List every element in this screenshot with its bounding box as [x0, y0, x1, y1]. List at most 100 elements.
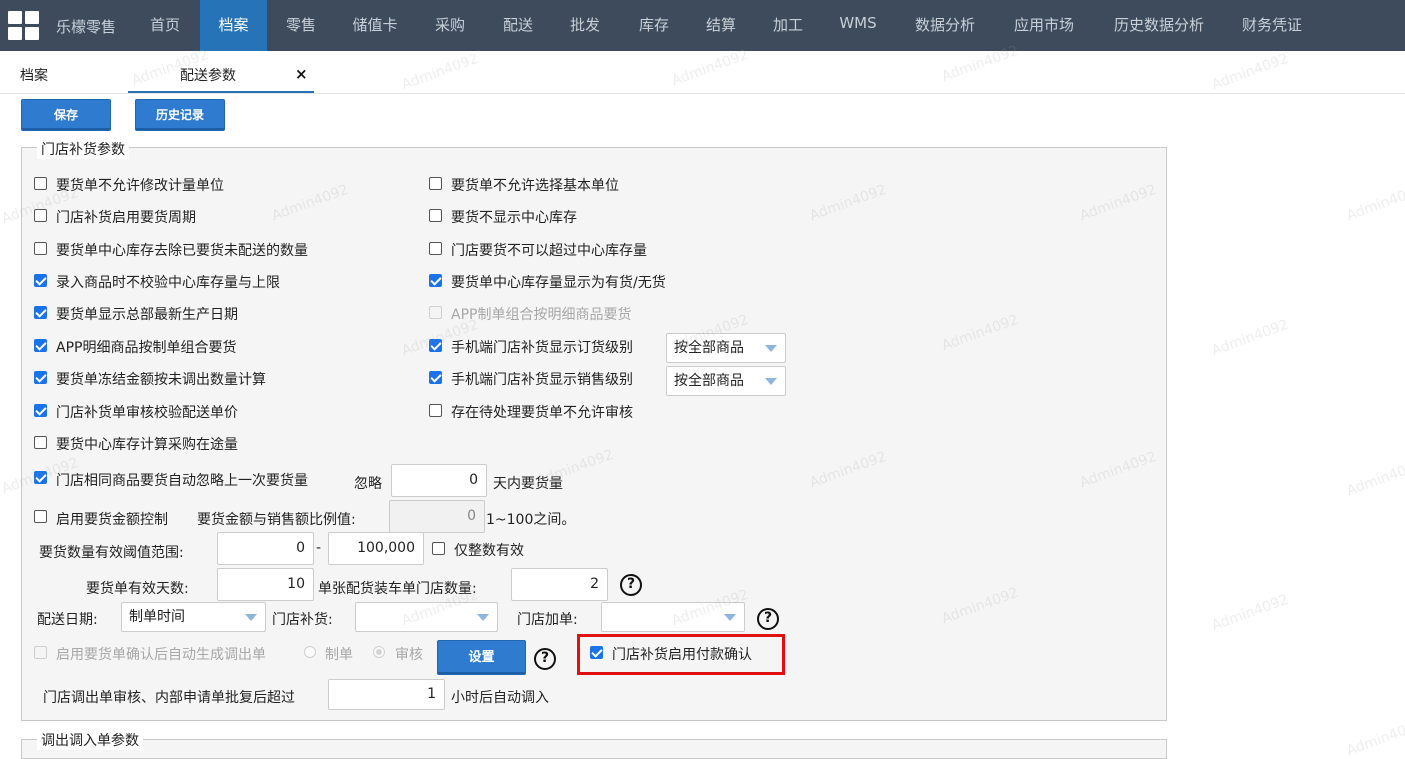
- help-icon[interactable]: ?: [534, 648, 556, 670]
- threshold-max-input[interactable]: 100,000: [328, 532, 424, 565]
- nav-wms[interactable]: WMS: [828, 0, 888, 51]
- label-exclude-undelivered: 要货单中心库存去除已要货未配送的数量: [56, 243, 308, 259]
- label-show-latest-production-date: 要货单显示总部最新生产日期: [56, 307, 238, 323]
- nav-wholesale[interactable]: 批发: [557, 0, 613, 51]
- nav-purchase[interactable]: 采购: [422, 0, 478, 51]
- checkbox-auto-ignore-previous[interactable]: [34, 471, 47, 484]
- label-auto-in-suffix: 小时后自动调入: [451, 690, 549, 706]
- label-delivery-date: 配送日期:: [37, 612, 98, 628]
- label-radio-audit: 审核: [395, 647, 423, 663]
- checkbox-payment-confirm[interactable]: [590, 646, 603, 659]
- threshold-min-input[interactable]: 0: [217, 532, 314, 565]
- nav-settlement[interactable]: 结算: [693, 0, 749, 51]
- label-qty-threshold: 要货数量有效阈值范围:: [39, 545, 184, 561]
- delivery-date-select[interactable]: 制单时间: [121, 602, 266, 632]
- label-payment-confirm: 门店补货启用付款确认: [612, 647, 752, 663]
- checkbox-frozen-amount-by-undelivered[interactable]: [34, 371, 47, 384]
- top-nav: 乐檬零售 首页 档案 零售 储值卡 采购 配送 批发 库存 结算 加工 WMS …: [0, 0, 1405, 51]
- history-button[interactable]: 历史记录: [135, 99, 225, 131]
- checkbox-enable-order-cycle[interactable]: [34, 209, 47, 222]
- checkbox-include-in-transit[interactable]: [34, 436, 47, 449]
- help-icon[interactable]: ?: [757, 608, 779, 630]
- label-app-combo-by-detail: APP制单组合按明细商品要货: [451, 307, 632, 323]
- tab-bar: 档案 配送参数 ×: [0, 51, 1405, 94]
- checkbox-not-exceed-center-stock[interactable]: [429, 242, 442, 255]
- checkbox-auto-generate-transfer: [34, 646, 47, 659]
- tab-close-icon[interactable]: ×: [295, 65, 308, 83]
- app-grid-icon[interactable]: [8, 11, 40, 41]
- delivery-date-value: 制单时间: [129, 609, 185, 625]
- checkbox-hide-center-stock[interactable]: [429, 209, 442, 222]
- label-threshold-dash: -: [316, 540, 322, 556]
- radio-audit: [373, 646, 385, 658]
- active-tab-indicator: [128, 91, 314, 93]
- nav-finance-voucher[interactable]: 财务凭证: [1228, 0, 1316, 51]
- radio-create: [304, 646, 316, 658]
- label-skip-stock-check: 录入商品时不校验中心库存量与上限: [56, 275, 280, 291]
- label-app-detail-by-combo: APP明细商品按制单组合要货: [56, 340, 237, 356]
- checkbox-app-detail-by-combo[interactable]: [34, 339, 47, 352]
- checkbox-pending-blocks-audit[interactable]: [429, 404, 442, 417]
- auto-in-hours-input[interactable]: 1: [328, 679, 445, 710]
- checkbox-mobile-show-sales-level[interactable]: [429, 371, 442, 384]
- label-enable-order-cycle: 门店补货启用要货周期: [56, 210, 196, 226]
- nav-data-analysis[interactable]: 数据分析: [900, 0, 990, 51]
- sales-level-value: 按全部商品: [674, 373, 744, 389]
- nav-app-market[interactable]: 应用市场: [999, 0, 1089, 51]
- truck-store-count-input[interactable]: 2: [511, 568, 608, 601]
- sales-level-select[interactable]: 按全部商品: [666, 366, 786, 396]
- order-level-select[interactable]: 按全部商品: [666, 333, 786, 363]
- checkbox-verify-delivery-price[interactable]: [34, 404, 47, 417]
- chevron-down-icon: [477, 614, 489, 621]
- checkbox-exclude-undelivered[interactable]: [34, 242, 47, 255]
- label-ignore: 忽略: [354, 476, 382, 492]
- valid-days-input[interactable]: 10: [217, 568, 314, 601]
- store-replenish-legend: 门店补货参数: [37, 139, 129, 159]
- nav-archive[interactable]: 档案: [200, 0, 267, 51]
- label-not-exceed-center-stock: 门店要货不可以超过中心库存量: [451, 243, 647, 259]
- label-hide-center-stock: 要货不显示中心库存: [451, 210, 577, 226]
- nav-history-analysis[interactable]: 历史数据分析: [1100, 0, 1218, 51]
- label-pending-blocks-audit: 存在待处理要货单不允许审核: [451, 405, 633, 421]
- nav-stored-value-card[interactable]: 储值卡: [342, 0, 408, 51]
- checkbox-enable-amount-control[interactable]: [34, 510, 47, 523]
- nav-retail[interactable]: 零售: [273, 0, 329, 51]
- checkbox-no-modify-unit[interactable]: [34, 177, 47, 190]
- checkbox-skip-stock-check[interactable]: [34, 274, 47, 287]
- checkbox-stock-as-yes-no[interactable]: [429, 274, 442, 287]
- chevron-down-icon: [724, 614, 736, 621]
- label-amount-ratio: 要货金额与销售额比例值:: [197, 512, 356, 528]
- transfer-params-group: [21, 739, 1167, 759]
- nav-inventory[interactable]: 库存: [626, 0, 682, 51]
- help-icon[interactable]: ?: [620, 574, 642, 596]
- checkbox-integer-only[interactable]: [432, 542, 445, 555]
- store-replenish-select[interactable]: [355, 602, 498, 632]
- checkbox-show-latest-production-date[interactable]: [34, 306, 47, 319]
- label-verify-delivery-price: 门店补货单审核校验配送单价: [56, 405, 238, 421]
- save-button[interactable]: 保存: [21, 99, 111, 131]
- watermark: Admin4092: [1209, 591, 1291, 635]
- watermark: Admin4092: [1209, 316, 1291, 360]
- tab-archive[interactable]: 档案: [20, 65, 48, 85]
- nav-processing[interactable]: 加工: [760, 0, 816, 51]
- store-add-order-select[interactable]: [601, 602, 745, 632]
- checkbox-no-select-base-unit[interactable]: [429, 177, 442, 190]
- label-auto-ignore-previous: 门店相同商品要货自动忽略上一次要货量: [56, 473, 308, 489]
- setting-button[interactable]: 设置: [437, 640, 526, 675]
- label-mobile-show-sales-level: 手机端门店补货显示销售级别: [451, 372, 633, 388]
- checkbox-mobile-show-order-level[interactable]: [429, 339, 442, 352]
- label-include-in-transit: 要货中心库存计算采购在途量: [56, 437, 238, 453]
- label-enable-amount-control: 启用要货金额控制: [56, 512, 168, 528]
- label-truck-store-count: 单张配货装车单门店数量:: [318, 581, 477, 597]
- ignore-days-input[interactable]: 0: [391, 464, 487, 497]
- label-store-replenish: 门店补货:: [272, 612, 333, 628]
- watermark: Admin4092: [1344, 456, 1405, 500]
- chevron-down-icon: [765, 378, 777, 385]
- label-ratio-range-hint: 1~100之间。: [486, 512, 576, 528]
- label-radio-create: 制单: [325, 647, 353, 663]
- app-name: 乐檬零售: [56, 18, 117, 36]
- amount-ratio-input[interactable]: 0: [389, 500, 485, 533]
- nav-delivery[interactable]: 配送: [490, 0, 546, 51]
- tab-delivery-params[interactable]: 配送参数: [180, 65, 236, 85]
- nav-home[interactable]: 首页: [137, 0, 193, 51]
